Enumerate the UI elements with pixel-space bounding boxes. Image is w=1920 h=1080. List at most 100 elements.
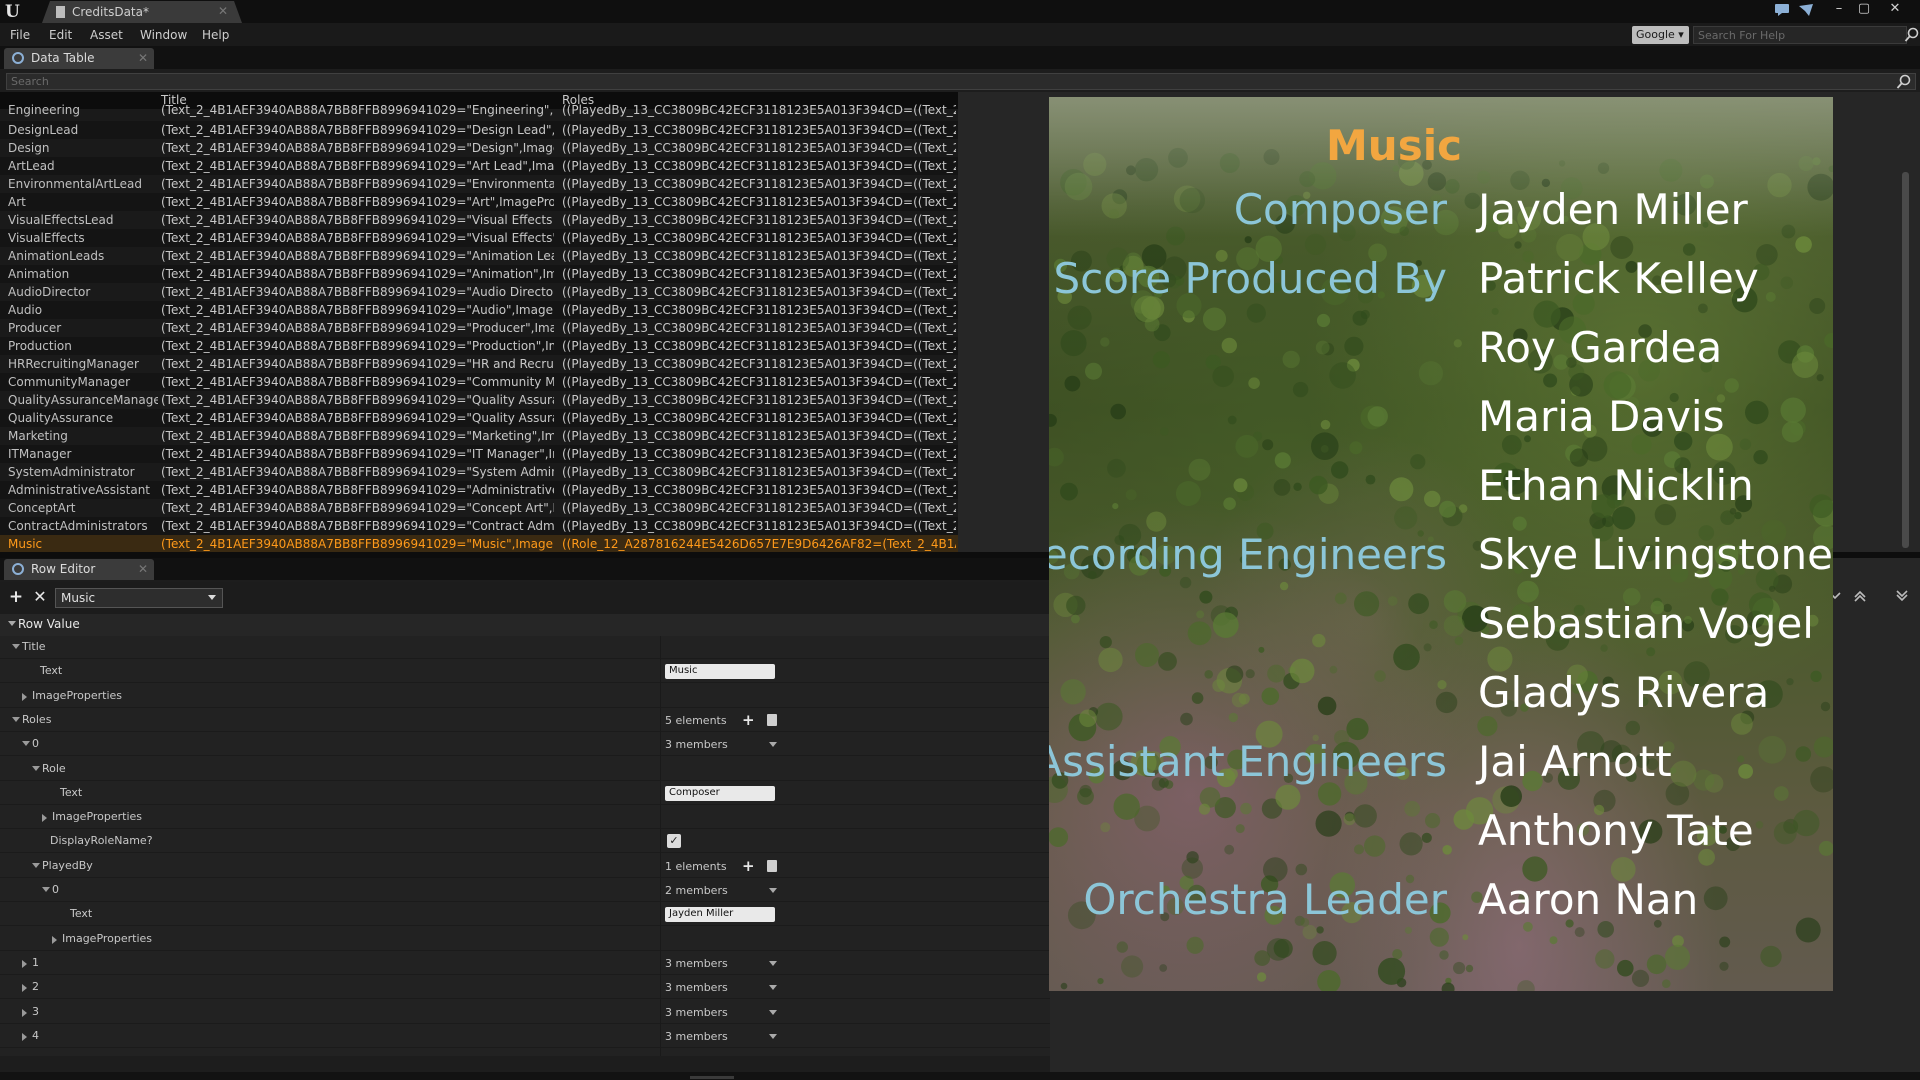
chat-icon[interactable]: [1775, 4, 1789, 16]
feedback-icon[interactable]: [1799, 4, 1813, 16]
roles-cell: ((PlayedBy_13_CC3809BC42ECF3118123E5A013…: [562, 411, 956, 425]
table-row[interactable]: Engineering (Text_2_4B1AEF3940AB88A7BB8FF…: [0, 103, 958, 121]
trash-icon[interactable]: [767, 713, 777, 726]
data-table-tab-label: Data Table: [31, 51, 95, 65]
table-row[interactable]: Producer (Text_2_4B1AEF3940AB88A7BB8FFB89…: [0, 319, 958, 337]
expand-arrow-icon[interactable]: [22, 984, 27, 993]
chevron-down-icon[interactable]: [769, 888, 777, 893]
title-cell: (Text_2_4B1AEF3940AB88A7BB8FFB8996941029…: [161, 231, 554, 245]
expand-arrow-icon[interactable]: [22, 692, 27, 701]
chevron-down-icon[interactable]: [769, 1009, 777, 1015]
table-row[interactable]: ConceptArt (Text_2_4B1AEF3940AB88A7BB8FFB…: [0, 499, 958, 517]
close-tab-icon[interactable]: ✕: [138, 562, 148, 576]
menu-help[interactable]: Help: [202, 28, 229, 42]
row-name-cell: Marketing: [8, 429, 68, 443]
property-row: 0 3 members: [0, 733, 1050, 757]
table-row[interactable]: HRRecruitingManager (Text_2_4B1AEF3940AB8…: [0, 355, 958, 373]
tab-data-table[interactable]: Data Table ✕: [4, 48, 154, 69]
title-cell: (Text_2_4B1AEF3940AB88A7BB8FFB8996941029…: [161, 465, 554, 479]
menu-window[interactable]: Window: [140, 28, 187, 42]
roles-cell: ((PlayedBy_13_CC3809BC42ECF3118123E5A013…: [562, 231, 956, 245]
table-row[interactable]: VisualEffectsLead (Text_2_4B1AEF3940AB88A…: [0, 211, 958, 229]
expand-arrow-icon[interactable]: [22, 1008, 27, 1017]
document-tab[interactable]: CreditsData* ✕: [42, 1, 242, 23]
property-label: ImageProperties: [32, 688, 123, 702]
row-value-section-header[interactable]: Row Value: [0, 614, 1050, 636]
table-row[interactable]: Animation (Text_2_4B1AEF3940AB88A7BB8FFB8…: [0, 265, 958, 283]
chevron-down-icon[interactable]: [769, 1033, 777, 1039]
property-row: 3 3 members: [0, 1001, 1050, 1024]
minimize-button[interactable]: –: [1828, 1, 1850, 19]
collapse-arrow-icon[interactable]: [12, 644, 20, 649]
menu-file[interactable]: File: [10, 28, 30, 42]
display-role-name-checkbox[interactable]: ✓: [667, 834, 681, 849]
property-label: PlayedBy: [42, 858, 93, 872]
table-row[interactable]: Music (Text_2_4B1AEF3940AB88A7BB8FFB89969…: [0, 535, 958, 552]
trash-icon[interactable]: [767, 859, 777, 872]
title-cell: (Text_2_4B1AEF3940AB88A7BB8FFB8996941029…: [161, 303, 554, 317]
collapse-arrow-icon[interactable]: [32, 765, 40, 771]
help-search-input[interactable]: Search For Help: [1693, 26, 1907, 44]
search-icon[interactable]: [1896, 73, 1912, 90]
collapse-arrow-icon[interactable]: [32, 862, 40, 868]
remove-row-button[interactable]: ✕: [32, 589, 48, 605]
table-row[interactable]: AudioDirector (Text_2_4B1AEF3940AB88A7BB8…: [0, 283, 958, 301]
text-field[interactable]: Music: [665, 664, 775, 680]
property-row: Text Music: [0, 660, 1050, 684]
collapse-arrow-icon[interactable]: [12, 716, 20, 722]
table-row[interactable]: Audio (Text_2_4B1AEF3940AB88A7BB8FFB89969…: [0, 301, 958, 319]
table-row[interactable]: VisualEffects (Text_2_4B1AEF3940AB88A7BB8…: [0, 229, 958, 247]
details-column-splitter[interactable]: [660, 636, 661, 1056]
table-row[interactable]: QualityAssurance (Text_2_4B1AEF3940AB88A7…: [0, 409, 958, 427]
row-name-cell: EnvironmentalArtLead: [8, 177, 142, 191]
resize-handle[interactable]: [690, 1076, 734, 1079]
table-row[interactable]: Art (Text_2_4B1AEF3940AB88A7BB8FFB8996941…: [0, 193, 958, 211]
row-name-cell: Art: [8, 195, 26, 209]
search-icon[interactable]: [1904, 26, 1920, 44]
table-row[interactable]: AdministrativeAssistant (Text_2_4B1AEF394…: [0, 481, 958, 499]
table-row[interactable]: SystemAdministrator (Text_2_4B1AEF3940AB8…: [0, 463, 958, 481]
close-tab-icon[interactable]: ✕: [218, 4, 228, 18]
row-name-cell: ITManager: [8, 447, 72, 461]
chevron-down-icon[interactable]: [769, 960, 777, 966]
add-row-button[interactable]: +: [8, 589, 24, 606]
collapse-arrow-icon[interactable]: [22, 741, 30, 747]
row-editor-tab-row: Row Editor ✕: [0, 558, 1050, 580]
close-tab-icon[interactable]: ✕: [138, 51, 148, 65]
table-row[interactable]: ArtLead (Text_2_4B1AEF3940AB88A7BB8FFB899…: [0, 157, 958, 175]
table-row[interactable]: Design (Text_2_4B1AEF3940AB88A7BB8FFB8996…: [0, 139, 958, 157]
table-row[interactable]: DesignLead (Text_2_4B1AEF3940AB88A7BB8FFB…: [0, 121, 958, 139]
row-name-cell: Design: [8, 141, 50, 155]
tab-row-editor[interactable]: Row Editor ✕: [4, 559, 154, 580]
table-row[interactable]: ITManager (Text_2_4B1AEF3940AB88A7BB8FFB8…: [0, 445, 958, 463]
chevron-down-icon[interactable]: [769, 985, 777, 991]
add-element-icon[interactable]: +: [742, 857, 755, 875]
close-window-button[interactable]: ✕: [1884, 1, 1906, 19]
text-field[interactable]: Composer: [665, 785, 775, 801]
vertical-scrollbar[interactable]: [1902, 172, 1909, 548]
row-name-select[interactable]: Music: [55, 588, 223, 608]
expand-arrow-icon[interactable]: [52, 935, 57, 944]
table-row[interactable]: CommunityManager (Text_2_4B1AEF3940AB88A7…: [0, 373, 958, 391]
table-row[interactable]: AnimationLeads (Text_2_4B1AEF3940AB88A7BB…: [0, 247, 958, 265]
expand-arrow-icon[interactable]: [22, 1032, 27, 1041]
add-element-icon[interactable]: +: [742, 711, 755, 729]
expand-arrow-icon[interactable]: [22, 959, 27, 968]
chevron-double-down-icon[interactable]: [1894, 588, 1910, 604]
table-row[interactable]: Production (Text_2_4B1AEF3940AB88A7BB8FFB…: [0, 337, 958, 355]
title-cell: (Text_2_4B1AEF3940AB88A7BB8FFB8996941029…: [161, 213, 554, 227]
menu-asset[interactable]: Asset: [90, 28, 123, 42]
collapse-arrow-icon[interactable]: [42, 887, 50, 892]
expand-arrow-icon[interactable]: [42, 814, 47, 823]
table-search-input[interactable]: Search: [6, 73, 1916, 90]
search-provider-dropdown[interactable]: Google ▾: [1632, 26, 1689, 44]
table-row[interactable]: EnvironmentalArtLead (Text_2_4B1AEF3940AB…: [0, 175, 958, 193]
chevron-double-up-icon[interactable]: [1852, 588, 1868, 604]
table-row[interactable]: QualityAssuranceManager (Text_2_4B1AEF394…: [0, 391, 958, 409]
text-field[interactable]: Jayden Miller: [665, 907, 775, 923]
chevron-down-icon[interactable]: [769, 742, 777, 748]
maximize-button[interactable]: ▢: [1853, 1, 1875, 19]
menu-edit[interactable]: Edit: [49, 28, 72, 42]
table-row[interactable]: Marketing (Text_2_4B1AEF3940AB88A7BB8FFB8…: [0, 427, 958, 445]
table-row[interactable]: ContractAdministrators (Text_2_4B1AEF3940…: [0, 517, 958, 535]
